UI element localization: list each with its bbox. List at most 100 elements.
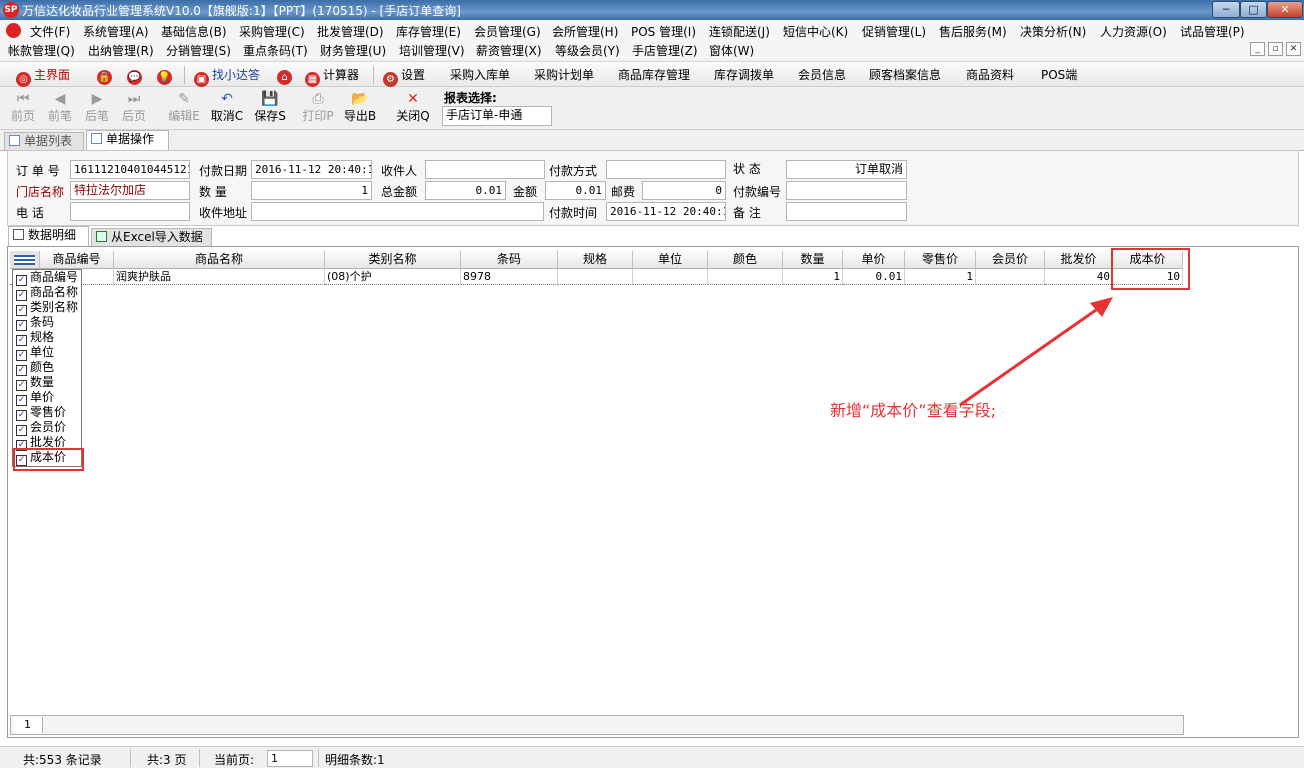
menu-decision[interactable]: 决策分析(N) xyxy=(1020,23,1086,40)
pay-method-field[interactable] xyxy=(606,160,726,179)
column-option[interactable]: ✓ 单位 xyxy=(13,345,81,361)
calculator-button[interactable]: ▦ 计算器 xyxy=(305,66,359,87)
link-member-info[interactable]: 会员信息 xyxy=(798,66,846,83)
col-header-product-code[interactable]: 商品编号 xyxy=(40,251,114,269)
menu-promotion[interactable]: 促销管理(L) xyxy=(862,23,926,40)
main-screen-button[interactable]: ◎ 主界面 xyxy=(16,66,70,87)
menu-samples[interactable]: 试品管理(P) xyxy=(1180,23,1245,40)
column-option[interactable]: ✓ 颜色 xyxy=(13,360,81,376)
column-chooser-button[interactable] xyxy=(10,251,40,269)
col-header-product-name[interactable]: 商品名称 xyxy=(114,251,325,269)
menu-salary[interactable]: 薪资管理(X) xyxy=(476,42,542,59)
cell-category[interactable]: (08)个护 xyxy=(325,269,461,285)
order-no-field[interactable]: 1611121040104451212 xyxy=(70,160,190,179)
column-option[interactable]: ✓ 商品名称 xyxy=(13,285,81,301)
menu-club[interactable]: 会所管理(H) xyxy=(552,23,618,40)
next-record-button[interactable]: ▶ 后笔 xyxy=(79,90,115,124)
column-option[interactable]: ✓ 条码 xyxy=(13,315,81,331)
menu-training[interactable]: 培训管理(V) xyxy=(399,42,465,59)
col-header-member-price[interactable]: 会员价 xyxy=(976,251,1045,269)
export-button[interactable]: 📂 导出B xyxy=(342,90,378,124)
mdi-close-button[interactable]: ✕ xyxy=(1286,42,1301,56)
tab-order-list[interactable]: 单据列表 xyxy=(4,132,84,151)
menu-chain-delivery[interactable]: 连锁配送(J) xyxy=(709,23,770,40)
lock-button[interactable]: 🔒 xyxy=(97,66,115,85)
menu-file[interactable]: 文件(F) xyxy=(30,23,70,40)
mdi-restore-button[interactable]: ▫ xyxy=(1268,42,1283,56)
cell-color[interactable] xyxy=(708,269,783,285)
column-option[interactable]: ✓ 会员价 xyxy=(13,420,81,436)
phone-field[interactable] xyxy=(70,202,190,221)
qty-field[interactable]: 1 xyxy=(251,181,372,200)
close-window-button[interactable]: ✕ xyxy=(1267,1,1303,18)
current-page-input[interactable]: 1 xyxy=(267,750,313,767)
column-option[interactable]: ✓ 商品编号 xyxy=(13,270,81,286)
menu-distribution[interactable]: 分销管理(S) xyxy=(166,42,231,59)
tab-detail[interactable]: 数据明细 xyxy=(8,226,89,247)
total-field[interactable]: 0.01 xyxy=(425,181,506,200)
help-button[interactable]: 💡 xyxy=(157,66,175,85)
menu-hr[interactable]: 人力资源(O) xyxy=(1100,23,1167,40)
col-header-unit-price[interactable]: 单价 xyxy=(843,251,905,269)
col-header-retail-price[interactable]: 零售价 xyxy=(905,251,976,269)
menu-system[interactable]: 系统管理(A) xyxy=(83,23,149,40)
address-field[interactable] xyxy=(251,202,544,221)
tab-order-ops[interactable]: 单据操作 xyxy=(86,130,169,151)
cell-spec[interactable] xyxy=(558,269,633,285)
menu-purchase[interactable]: 采购管理(C) xyxy=(239,23,305,40)
column-option[interactable]: ✓ 规格 xyxy=(13,330,81,346)
menu-accounts[interactable]: 帐款管理(Q) xyxy=(8,42,75,59)
column-option[interactable]: ✓ 数量 xyxy=(13,375,81,391)
menu-pos[interactable]: POS 管理(I) xyxy=(631,23,696,40)
menu-store[interactable]: 手店管理(Z) xyxy=(632,42,698,59)
page-tab[interactable]: 1 xyxy=(13,717,43,733)
menu-sms[interactable]: 短信中心(K) xyxy=(783,23,848,40)
maximize-button[interactable]: □ xyxy=(1240,1,1267,18)
menu-member[interactable]: 会员管理(G) xyxy=(474,23,541,40)
col-header-quantity[interactable]: 数量 xyxy=(783,251,843,269)
mdi-minimize-button[interactable]: _ xyxy=(1250,42,1265,56)
col-header-unit[interactable]: 单位 xyxy=(633,251,708,269)
edit-button[interactable]: ✎ 编辑E xyxy=(165,90,203,124)
column-option[interactable]: ✓ 单价 xyxy=(13,390,81,406)
link-purchase-inbound[interactable]: 采购入库单 xyxy=(450,66,510,83)
menu-level-member[interactable]: 等级会员(Y) xyxy=(555,42,620,59)
last-page-button[interactable]: ⏭ 后页 xyxy=(116,90,152,124)
pay-date-field[interactable]: 2016-11-12 20:40:10 xyxy=(251,160,372,179)
column-option[interactable]: ✓ 类别名称 xyxy=(13,300,81,316)
menu-after-sales[interactable]: 售后服务(M) xyxy=(939,23,1007,40)
print-button[interactable]: ⎙ 打印P xyxy=(300,90,336,124)
menu-key-barcode[interactable]: 重点条码(T) xyxy=(243,42,308,59)
menu-cashier[interactable]: 出纳管理(R) xyxy=(88,42,154,59)
amount-field[interactable]: 0.01 xyxy=(545,181,606,200)
cell-member-price[interactable] xyxy=(976,269,1045,285)
col-header-category[interactable]: 类别名称 xyxy=(325,251,461,269)
link-purchase-plan[interactable]: 采购计划单 xyxy=(534,66,594,83)
cell-barcode[interactable]: 8978 xyxy=(461,269,558,285)
home-button[interactable]: ⌂ xyxy=(277,66,295,85)
col-header-spec[interactable]: 规格 xyxy=(558,251,633,269)
cancel-button[interactable]: ↶ 取消C xyxy=(209,90,245,124)
menu-basic-info[interactable]: 基础信息(B) xyxy=(161,23,227,40)
prev-record-button[interactable]: ◀ 前笔 xyxy=(42,90,78,124)
menu-inventory[interactable]: 库存管理(E) xyxy=(396,23,461,40)
col-header-color[interactable]: 颜色 xyxy=(708,251,783,269)
link-stock-management[interactable]: 商品库存管理 xyxy=(618,66,690,83)
menu-wholesale[interactable]: 批发管理(D) xyxy=(317,23,384,40)
pay-time-field[interactable]: 2016-11-12 20:40:10 xyxy=(606,202,726,221)
tab-excel-import[interactable]: 从Excel导入数据 xyxy=(91,228,212,247)
report-select[interactable]: 手店订单-申通 xyxy=(442,106,552,126)
remark-field[interactable] xyxy=(786,202,907,221)
save-button[interactable]: 💾 保存S xyxy=(252,90,288,124)
cell-quantity[interactable]: 1 xyxy=(783,269,843,285)
menu-window[interactable]: 窗体(W) xyxy=(709,42,754,59)
cell-unit-price[interactable]: 0.01 xyxy=(843,269,905,285)
close-button[interactable]: ✕ 关闭Q xyxy=(395,90,431,124)
cell-wholesale-price[interactable]: 40 xyxy=(1045,269,1113,285)
find-assistant-button[interactable]: ▣ 找小达答 xyxy=(194,66,260,87)
col-header-wholesale-price[interactable]: 批发价 xyxy=(1045,251,1113,269)
col-header-barcode[interactable]: 条码 xyxy=(461,251,558,269)
minimize-button[interactable]: ─ xyxy=(1212,1,1240,18)
status-field[interactable]: 订单取消 xyxy=(786,160,907,179)
cell-retail-price[interactable]: 1 xyxy=(905,269,976,285)
